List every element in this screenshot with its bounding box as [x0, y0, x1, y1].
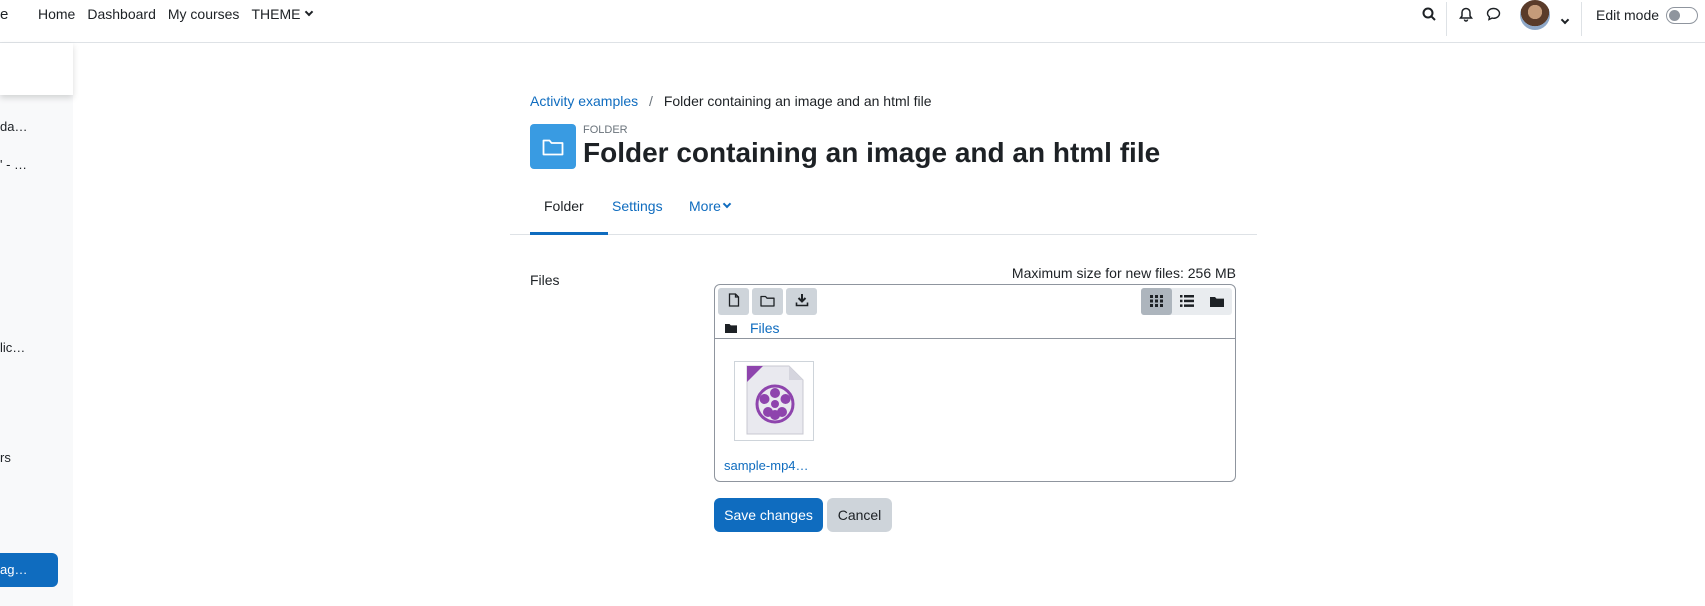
course-index-drawer: da… ' - … lic… rs ag… [0, 43, 73, 606]
folder-activity-icon [530, 124, 576, 169]
secondary-navigation: Folder Settings More [510, 190, 1257, 235]
files-field-label: Files [530, 272, 560, 288]
file-thumbnail[interactable] [734, 361, 814, 441]
view-tree-button[interactable] [1201, 288, 1232, 315]
file-manager-toolbar: Files [715, 285, 1235, 339]
breadcrumb-separator: / [649, 93, 653, 109]
navbar-divider [1446, 2, 1447, 36]
path-root-link[interactable]: Files [750, 320, 780, 336]
file-manager: Files sample-mp4… [714, 284, 1236, 482]
top-navbar: e Home Dashboard My courses THEME Edit m… [0, 0, 1705, 43]
view-icons-button[interactable] [1141, 288, 1172, 315]
save-changes-button[interactable]: Save changes [714, 498, 823, 532]
tab-folder[interactable]: Folder [544, 198, 584, 214]
edit-mode-label: Edit mode [1596, 7, 1660, 23]
nav-my-courses[interactable]: My courses [168, 6, 240, 22]
grid-icon [1150, 294, 1163, 310]
page-title: Folder containing an image and an html f… [583, 137, 1161, 168]
max-file-size-note: Maximum size for new files: 256 MB [1011, 265, 1236, 281]
breadcrumb-current: Folder containing an image and an html f… [663, 93, 932, 109]
drawer-item-active[interactable]: ag… [0, 553, 58, 587]
download-icon [795, 293, 809, 310]
add-file-button[interactable] [718, 288, 749, 315]
nav-dashboard[interactable]: Dashboard [87, 6, 156, 22]
tab-more-label: More [689, 198, 721, 214]
edit-mode-toggle[interactable] [1666, 7, 1698, 24]
list-icon [1179, 294, 1194, 310]
download-all-button[interactable] [786, 288, 817, 315]
user-avatar[interactable] [1520, 0, 1550, 30]
user-menu-chevron-icon[interactable] [1559, 10, 1570, 26]
folder-solid-icon [1209, 294, 1224, 310]
folder-icon [760, 294, 775, 310]
site-brand[interactable]: e [0, 6, 8, 23]
drawer-item[interactable]: da… [0, 119, 27, 134]
drawer-header [0, 43, 73, 95]
activity-type-label: FOLDER [583, 124, 628, 136]
drawer-item[interactable]: lic… [0, 340, 25, 355]
primary-navigation: Home Dashboard My courses THEME [38, 6, 324, 22]
chevron-down-icon [722, 199, 732, 209]
create-folder-button[interactable] [752, 288, 783, 315]
nav-home[interactable]: Home [38, 6, 75, 22]
video-file-icon [741, 364, 807, 439]
nav-theme-label: THEME [251, 6, 301, 22]
drawer-item[interactable]: rs [0, 450, 11, 465]
view-mode-group [1141, 288, 1232, 315]
cancel-button[interactable]: Cancel [827, 498, 892, 532]
drawer-item[interactable]: ' - … [0, 157, 27, 172]
file-name-link[interactable]: sample-mp4… [724, 458, 809, 473]
bell-icon[interactable] [1459, 7, 1473, 25]
breadcrumb-parent-link[interactable]: Activity examples [530, 93, 638, 109]
breadcrumb: Activity examples / Folder containing an… [530, 93, 932, 109]
active-tab-indicator [530, 232, 608, 235]
tab-settings[interactable]: Settings [612, 198, 663, 214]
search-icon[interactable] [1422, 7, 1436, 24]
tab-more-dropdown[interactable]: More [689, 198, 732, 214]
chat-bubble-icon[interactable] [1486, 7, 1501, 24]
navbar-divider [1581, 2, 1582, 36]
folder-solid-icon [725, 320, 737, 336]
nav-theme-dropdown[interactable]: THEME [251, 6, 314, 22]
view-list-button[interactable] [1171, 288, 1202, 315]
file-icon [728, 293, 740, 310]
chevron-down-icon [305, 7, 314, 17]
file-manager-path: Files [725, 320, 780, 336]
